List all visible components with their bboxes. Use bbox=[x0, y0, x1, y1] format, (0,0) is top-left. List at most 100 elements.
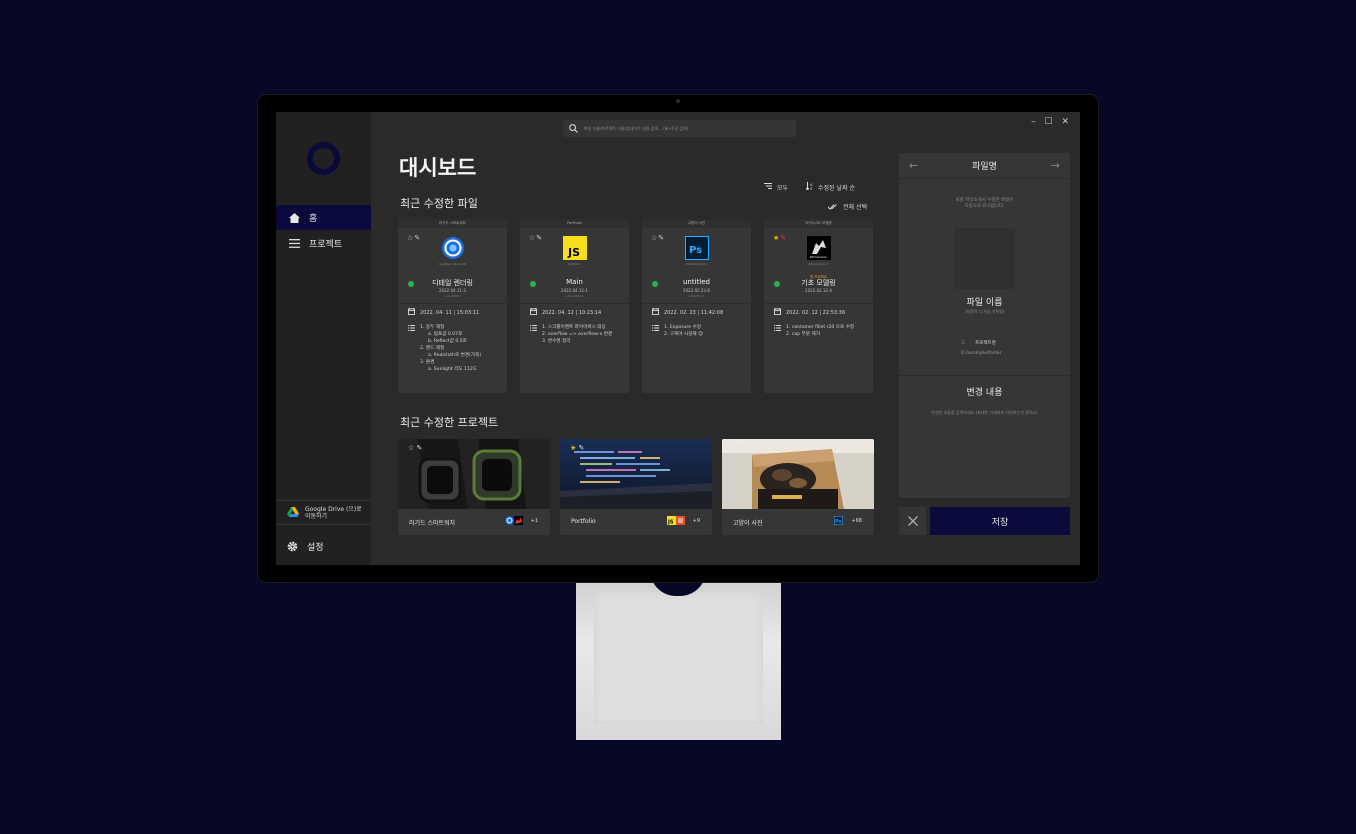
rhino-app-icon: Rhinoceros bbox=[807, 236, 831, 260]
file-category: 라이노/3D 모델링 bbox=[764, 219, 873, 228]
project-card[interactable]: ☆ ✎ 고양이 사진 Ps +68 bbox=[722, 439, 874, 535]
project-actions: ☆ ✎ bbox=[732, 444, 746, 452]
sidebar: 홈 프로젝트 Google Drive (으)로 이동하기 설정 bbox=[276, 112, 371, 565]
ps-app-icon: Ps bbox=[685, 236, 709, 260]
search-icon bbox=[569, 123, 578, 134]
js-app-icon: JS bbox=[563, 236, 587, 260]
file-category: 러기드 스마트워치 bbox=[398, 219, 507, 228]
star-icon[interactable]: ☆ bbox=[732, 444, 738, 452]
note-line: a. Sunlight 각도 112도 bbox=[428, 367, 478, 372]
file-hash: v.4e2f0f5d bbox=[444, 294, 461, 298]
file-actions: ★✎ bbox=[773, 234, 787, 242]
project-card[interactable]: ☆ ✎ 러기드 스마트워치 +1 bbox=[398, 439, 550, 535]
app-icons bbox=[504, 516, 523, 525]
note-line: 1. 용두 재질 bbox=[420, 325, 445, 330]
file-category: Portfolio bbox=[520, 219, 629, 228]
note-line: b. Reflect값 0.5로 bbox=[428, 339, 467, 344]
save-button[interactable]: 저장 bbox=[930, 507, 1070, 535]
file-notes: 1. 스크롤이벤트 파이어폭스 대응 2. overflow => overflo… bbox=[530, 324, 612, 345]
close-button[interactable] bbox=[899, 507, 926, 535]
file-actions: ☆✎ bbox=[651, 234, 665, 242]
file-card[interactable]: 라이노/3D 모델링 ★✎ Rhinoceros Rhinoceros 7 원 … bbox=[764, 219, 873, 393]
google-drive-icon bbox=[287, 506, 299, 519]
file-hash: v.8cd4b9e2 bbox=[565, 294, 584, 298]
select-all-button[interactable]: 전체 선택 bbox=[828, 202, 867, 211]
pin-icon[interactable]: ✎ bbox=[417, 444, 423, 452]
file-name: 디테일 렌더링 bbox=[432, 279, 473, 287]
file-date: 2022. 02. 12 | 22:53:36 bbox=[774, 308, 845, 317]
arrow-left-icon[interactable]: ← bbox=[909, 159, 918, 172]
svg-text:Ps: Ps bbox=[836, 519, 842, 525]
pin-icon[interactable]: ✎ bbox=[536, 234, 543, 242]
pin-icon[interactable]: ✎ bbox=[414, 234, 421, 242]
close-icon bbox=[907, 516, 918, 526]
pin-icon[interactable]: ✎ bbox=[741, 444, 747, 452]
changes-input[interactable]: 변경한 내용을 입력하세요 (최대한 자세하게 작성하는게 좋아요) bbox=[899, 410, 1070, 416]
file-card[interactable]: Portfolio ☆✎ JS Portfolio Main 2022.04.1… bbox=[520, 219, 629, 393]
project-selector[interactable]: ☰ 프로젝트명 bbox=[961, 340, 996, 347]
file-version: 2022.04.11-3 bbox=[439, 288, 466, 293]
file-notes: 1. 용두 재질 a. 범프값 0.07로 b. Reflect값 0.5로 2. 밴… bbox=[408, 324, 481, 373]
file-actions: ☆✎ bbox=[529, 234, 543, 242]
file-version: 2022.02.23-6 bbox=[683, 288, 710, 293]
pin-icon[interactable]: ✎ bbox=[658, 234, 665, 242]
file-card[interactable]: 러기드 스마트워치 ☆✎ KeyShot 10.0.198 디테일 렌더링 20… bbox=[398, 219, 507, 393]
file-actions: ☆✎ bbox=[407, 234, 421, 242]
project-file-count: +9 bbox=[692, 517, 700, 524]
sort-button[interactable]: AZ 수정된 날짜 순 bbox=[805, 182, 855, 192]
star-icon[interactable]: ☆ bbox=[408, 444, 414, 452]
search-bar[interactable]: 파일 이름/프로젝트 이름/업데이트 내용 검색... (⌘+F로 검색) bbox=[563, 120, 796, 137]
file-card[interactable]: 고양이 사진 ☆✎ Ps Photoshop CC untitled 2022.… bbox=[642, 219, 751, 393]
pin-icon[interactable]: ✎ bbox=[780, 234, 787, 242]
window-controls[interactable]: – ☐ ✕ bbox=[1031, 117, 1072, 127]
project-label: 프로젝트명 bbox=[975, 341, 996, 346]
arrow-right-icon[interactable]: → bbox=[1051, 159, 1060, 172]
note-line: 1. Exposure 수정 bbox=[664, 325, 702, 330]
list-icon bbox=[408, 325, 415, 373]
gear-icon bbox=[287, 541, 298, 552]
filter-all-button[interactable]: 모두 bbox=[764, 183, 788, 192]
sidebar-item-settings[interactable]: 설정 bbox=[276, 534, 371, 559]
sidebar-item-home[interactable]: 홈 bbox=[276, 205, 371, 230]
pin-icon[interactable]: ✎ bbox=[579, 444, 585, 452]
project-file-count: +68 bbox=[851, 517, 862, 524]
note-line: a. Realcloth로 변경(가죽) bbox=[428, 353, 482, 358]
note-line: 2. 밴드 재질 bbox=[420, 346, 445, 351]
filter-icon bbox=[764, 183, 772, 191]
file-detail-panel: ← 파일명 → 로컬 저장소에서 수정된 파일이 자동으로 표시됩니다. 파일 … bbox=[899, 153, 1070, 498]
app-icons: JS bbox=[666, 516, 685, 525]
search-input[interactable]: 파일 이름/프로젝트 이름/업데이트 내용 검색... (⌘+F로 검색) bbox=[584, 126, 688, 132]
app-version: Photoshop CC bbox=[686, 262, 707, 266]
empty-message: 로컬 저장소에서 수정된 파일이 자동으로 표시됩니다. bbox=[899, 198, 1070, 210]
app-window: 홈 프로젝트 Google Drive (으)로 이동하기 설정 파일 이름/프… bbox=[276, 112, 1080, 565]
google-drive-link[interactable]: Google Drive (으)로 이동하기 bbox=[276, 500, 371, 525]
svg-text:Z: Z bbox=[810, 187, 813, 190]
project-card[interactable]: ★ ✎ Portfolio JS +9 bbox=[560, 439, 712, 535]
sort-label: 수정된 날짜 순 bbox=[818, 184, 855, 192]
sidebar-item-projects[interactable]: 프로젝트 bbox=[276, 231, 371, 256]
list-icon bbox=[774, 325, 781, 338]
note-line: 1. container fillet r20 으로 수정 bbox=[786, 325, 855, 330]
sidebar-item-label: 홈 bbox=[309, 214, 318, 224]
note-line: 3. 변수명 정리 bbox=[542, 339, 571, 344]
project-app-icons: Ps +68 bbox=[834, 516, 862, 525]
project-actions: ☆ ✎ bbox=[408, 444, 422, 452]
filename-sub: (저장력 시 자동 선택됨) bbox=[964, 309, 1005, 314]
app-logo bbox=[307, 142, 340, 175]
svg-text:Ps: Ps bbox=[689, 245, 702, 256]
calendar-icon bbox=[530, 308, 537, 317]
note-line: 3. 환경 bbox=[420, 360, 435, 365]
file-name: untitled bbox=[682, 278, 710, 286]
note-line: 2. 구찌야 사랑해 😊 bbox=[664, 332, 703, 337]
empty-message-line-2: 자동으로 표시됩니다. bbox=[964, 204, 1005, 209]
file-date: 2022. 04. 11 | 15:03:11 bbox=[408, 308, 479, 317]
svg-text:Rhinoceros: Rhinoceros bbox=[810, 255, 827, 259]
svg-text:JS: JS bbox=[567, 246, 580, 259]
page-title: 대시보드 bbox=[399, 156, 477, 180]
file-thumbnail-placeholder bbox=[954, 228, 1015, 289]
file-date: 2022. 02. 23 | 11:42:08 bbox=[652, 308, 723, 317]
project-app-icons: +1 bbox=[504, 516, 538, 525]
recent-projects-title: 최근 수정한 프로젝트 bbox=[400, 416, 499, 429]
file-hash: v.f9a07c31 bbox=[688, 294, 705, 298]
star-icon[interactable]: ★ bbox=[570, 444, 576, 452]
